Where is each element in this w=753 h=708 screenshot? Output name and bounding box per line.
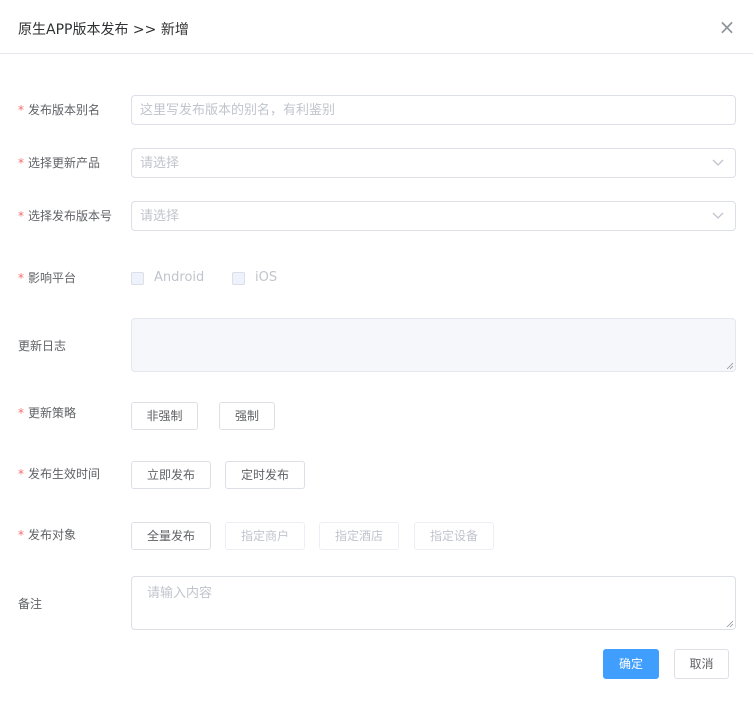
platform-android-label: Android — [154, 270, 205, 285]
required-mark: * — [18, 156, 24, 170]
remark-label: 备注 — [18, 596, 42, 612]
resize-grip-icon — [726, 362, 734, 370]
alias-placeholder: 这里写发布版本的别名，有利鉴别 — [140, 103, 336, 118]
effective-time-label-text: 发布生效时间 — [28, 467, 101, 481]
chevron-down-icon — [712, 212, 724, 219]
required-mark: * — [18, 103, 24, 117]
remark-label-text: 备注 — [18, 597, 43, 611]
dialog-header: 原生APP版本发布 >> 新增 × — [0, 0, 753, 54]
dialog-title: 原生APP版本发布 >> 新增 — [18, 22, 189, 38]
changelog-label: 更新日志 — [18, 338, 66, 354]
platform-android-checkbox[interactable]: Android — [131, 270, 204, 286]
target-label-text: 发布对象 — [28, 528, 77, 542]
target-all-button[interactable]: 全量发布 — [131, 522, 211, 550]
strategy-optional-button[interactable]: 非强制 — [131, 402, 198, 430]
version-label-text: 选择发布版本号 — [28, 209, 113, 223]
publish-now-button[interactable]: 立即发布 — [131, 461, 211, 489]
platform-label-text: 影响平台 — [28, 271, 77, 285]
close-icon[interactable]: × — [716, 16, 738, 38]
chevron-down-icon — [712, 159, 724, 166]
target-hotel-button[interactable]: 指定酒店 — [319, 522, 399, 550]
platform-ios-label: iOS — [255, 270, 278, 285]
required-mark: * — [18, 467, 24, 481]
remark-placeholder: 请输入内容 — [147, 586, 213, 601]
required-mark: * — [18, 528, 24, 542]
platform-ios-checkbox[interactable]: iOS — [232, 270, 277, 286]
remark-textarea[interactable]: 请输入内容 — [131, 576, 736, 630]
resize-grip-icon — [726, 620, 734, 628]
changelog-textarea — [131, 318, 736, 372]
alias-label-text: 发布版本别名 — [28, 103, 101, 117]
checkbox-box — [232, 271, 245, 285]
effective-time-label: * 发布生效时间 — [18, 466, 100, 482]
required-mark: * — [18, 406, 24, 420]
confirm-button[interactable]: 确定 — [603, 649, 659, 679]
publish-scheduled-button[interactable]: 定时发布 — [225, 461, 305, 489]
dialog: 原生APP版本发布 >> 新增 × * 发布版本别名 这里写发布版本的别名，有利鉴… — [0, 0, 753, 708]
platform-label: * 影响平台 — [18, 270, 76, 286]
product-label-text: 选择更新产品 — [28, 156, 101, 170]
checkbox-box — [131, 271, 144, 285]
strategy-label-text: 更新策略 — [28, 406, 77, 420]
version-label: * 选择发布版本号 — [18, 208, 112, 224]
changelog-label-text: 更新日志 — [18, 339, 67, 353]
required-mark: * — [18, 271, 24, 285]
target-label: * 发布对象 — [18, 527, 76, 543]
version-select[interactable]: 请选择 — [131, 201, 736, 231]
alias-input[interactable]: 这里写发布版本的别名，有利鉴别 — [131, 95, 736, 125]
target-merchant-button[interactable]: 指定商户 — [225, 522, 305, 550]
product-select[interactable]: 请选择 — [131, 148, 736, 178]
target-device-button[interactable]: 指定设备 — [414, 522, 494, 550]
strategy-forced-button[interactable]: 强制 — [219, 402, 275, 430]
product-label: * 选择更新产品 — [18, 155, 100, 171]
alias-label: * 发布版本别名 — [18, 102, 100, 118]
required-mark: * — [18, 209, 24, 223]
version-placeholder: 请选择 — [140, 209, 180, 224]
cancel-button[interactable]: 取消 — [674, 649, 729, 679]
strategy-label: * 更新策略 — [18, 405, 76, 421]
product-placeholder: 请选择 — [140, 156, 180, 171]
